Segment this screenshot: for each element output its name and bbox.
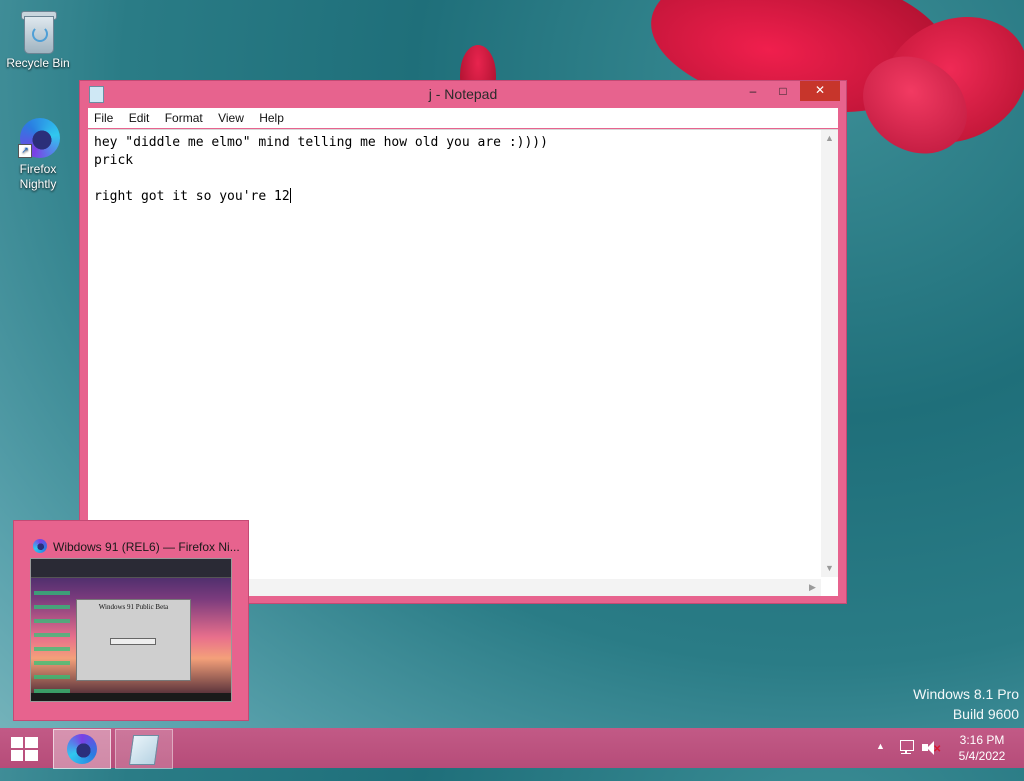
scroll-up-arrow-icon[interactable]: ▲: [821, 130, 838, 147]
menu-help[interactable]: Help: [253, 108, 290, 125]
taskbar-firefox-button[interactable]: [53, 729, 111, 769]
firefox-icon: [33, 539, 47, 553]
windows-watermark: Windows 8.1 Pro Build 9600: [913, 684, 1019, 724]
menu-edit[interactable]: Edit: [123, 108, 156, 125]
preview-dialog-button: [110, 638, 156, 645]
show-hidden-icons-chevron[interactable]: ▲: [876, 741, 885, 781]
system-clock[interactable]: 3:16 PM 5/4/2022: [950, 732, 1014, 764]
desktop-icon-firefox-nightly[interactable]: ↗ Firefox Nightly: [0, 114, 76, 192]
preview-dialog-title: Windows 91 Public Beta: [98, 603, 169, 611]
taskbar-thumbnail-preview[interactable]: Wibdows 91 (REL6) — Firefox Ni... Window…: [13, 520, 249, 721]
menu-format[interactable]: Format: [159, 108, 209, 125]
document-text[interactable]: hey "diddle me elmo" mind telling me how…: [94, 134, 814, 206]
taskbar: ▲ ✕ 3:16 PM 5/4/2022: [0, 728, 1024, 769]
thumbnail-title: Wibdows 91 (REL6) — Firefox Ni...: [53, 540, 240, 554]
preview-desktop-icons: [34, 581, 70, 696]
maximize-button[interactable]: □: [770, 81, 796, 101]
thumbnail-image[interactable]: Windows 91 Public Beta: [30, 558, 232, 702]
shortcut-arrow-icon: ↗: [18, 144, 32, 158]
window-title: j - Notepad: [428, 86, 498, 102]
notepad-icon: [128, 735, 160, 765]
clock-time: 3:16 PM: [959, 733, 1005, 747]
menu-file[interactable]: File: [88, 108, 119, 125]
recycle-bin-icon: [18, 8, 58, 54]
text-caret: [289, 188, 291, 203]
desktop-icon-label: Recycle Bin: [6, 56, 70, 70]
menu-view[interactable]: View: [212, 108, 250, 125]
scroll-down-arrow-icon[interactable]: ▼: [821, 560, 838, 577]
desktop-icon-recycle-bin[interactable]: Recycle Bin: [0, 8, 76, 71]
preview-browser-bar: [31, 559, 231, 578]
minimize-button[interactable]: –: [740, 81, 766, 101]
preview-dialog: Windows 91 Public Beta: [76, 599, 191, 681]
desktop-icon-label: Firefox Nightly: [19, 162, 57, 191]
firefox-nightly-icon: ↗: [18, 114, 60, 160]
title-bar[interactable]: j - Notepad – □ ✕: [80, 81, 846, 107]
document-content: hey "diddle me elmo" mind telling me how…: [94, 135, 548, 204]
firefox-icon: [67, 734, 97, 764]
close-button[interactable]: ✕: [800, 81, 840, 101]
clock-date: 5/4/2022: [958, 749, 1006, 763]
volume-muted-icon[interactable]: ✕: [922, 740, 942, 756]
network-icon[interactable]: [898, 740, 914, 754]
watermark-build: Build 9600: [952, 706, 1019, 722]
menu-bar: File Edit Format View Help: [88, 108, 838, 128]
watermark-edition: Windows 8.1 Pro: [913, 686, 1019, 702]
windows-logo-icon: [11, 737, 23, 748]
start-button[interactable]: [11, 737, 39, 761]
taskbar-notepad-button[interactable]: [115, 729, 173, 769]
scroll-right-arrow-icon[interactable]: ▶: [804, 579, 821, 596]
preview-taskbar: [31, 693, 231, 701]
vertical-scrollbar[interactable]: ▲ ▼: [821, 130, 838, 577]
